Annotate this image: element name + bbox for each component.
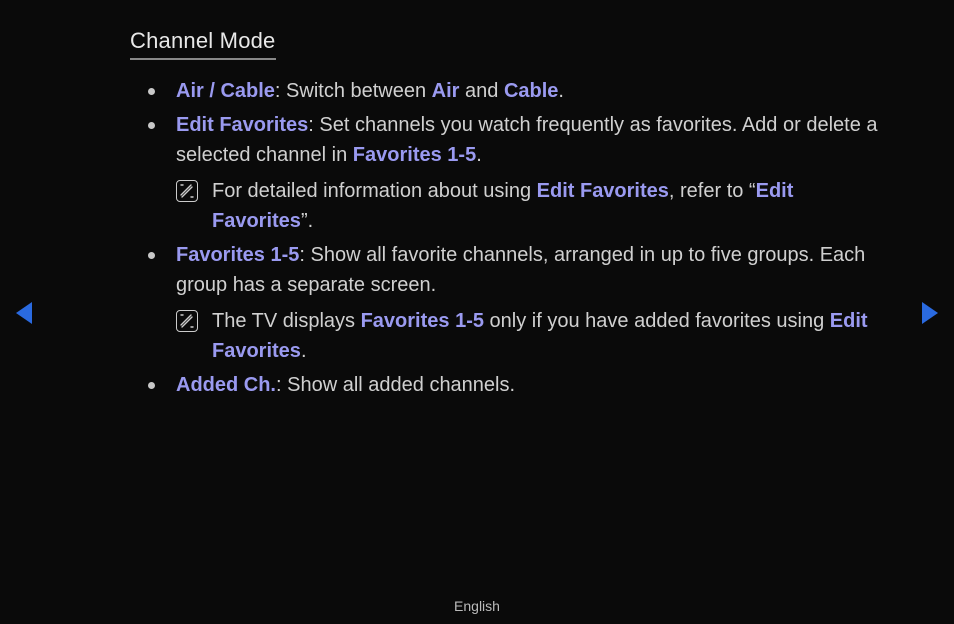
note-segment: The TV displays [212, 310, 361, 332]
term: Edit Favorites [537, 180, 669, 202]
note-icon [176, 310, 198, 332]
footer-language: English [0, 598, 954, 614]
list-item: Air / Cable: Switch between Air and Cabl… [148, 76, 894, 106]
note-segment: , refer to “ [669, 180, 756, 202]
note-row: The TV displays Favorites 1-5 only if yo… [176, 306, 894, 366]
item-text: and [459, 80, 503, 102]
item-label: Air / Cable [176, 80, 275, 102]
item-text: . [476, 144, 482, 166]
page-title: Channel Mode [130, 28, 276, 60]
note-segment: only if you have added favorites using [484, 310, 830, 332]
item-label: Favorites 1-5 [176, 244, 299, 266]
note-segment: For detailed information about using [212, 180, 537, 202]
note-segment: . [301, 340, 307, 362]
note-icon [176, 180, 198, 202]
term: Cable [504, 80, 558, 102]
item-text: . [558, 80, 564, 102]
manual-page: Channel Mode Air / Cable: Switch between… [0, 0, 954, 624]
nav-next-icon[interactable] [922, 302, 938, 324]
note-text: The TV displays Favorites 1-5 only if yo… [212, 306, 894, 366]
term: Favorites 1-5 [361, 310, 484, 332]
nav-prev-icon[interactable] [16, 302, 32, 324]
item-text: : Switch between [275, 80, 432, 102]
note-text: For detailed information about using Edi… [212, 176, 894, 236]
list-item: Added Ch.: Show all added channels. [148, 370, 894, 400]
list-item: Favorites 1-5: Show all favorite channel… [148, 240, 894, 366]
term: Air [432, 80, 460, 102]
term: Favorites 1-5 [353, 144, 476, 166]
note-row: For detailed information about using Edi… [176, 176, 894, 236]
item-label: Added Ch. [176, 374, 276, 396]
feature-list: Air / Cable: Switch between Air and Cabl… [130, 76, 894, 400]
item-label: Edit Favorites [176, 114, 308, 136]
item-text: : Show all added channels. [276, 374, 515, 396]
note-segment: ”. [301, 210, 313, 232]
list-item: Edit Favorites: Set channels you watch f… [148, 110, 894, 236]
